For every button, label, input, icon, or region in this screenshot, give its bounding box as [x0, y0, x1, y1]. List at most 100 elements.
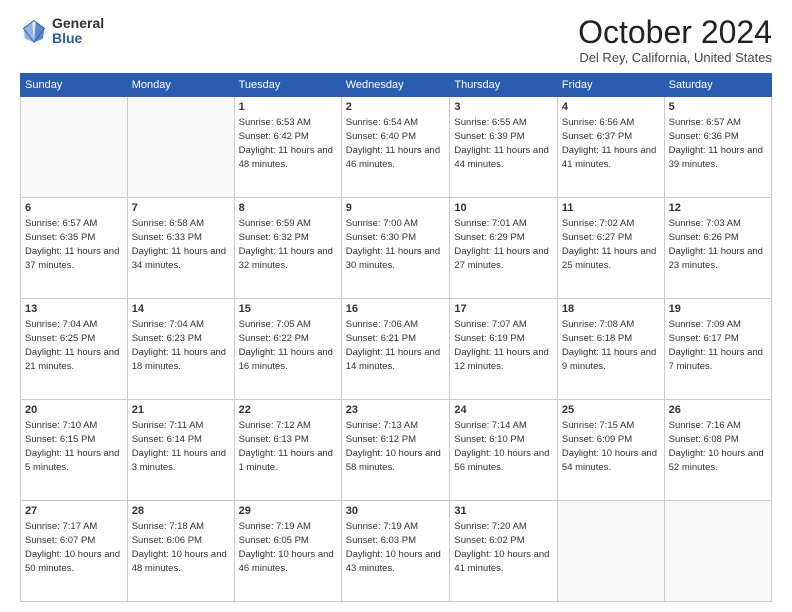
- calendar-cell: 11Sunrise: 7:02 AMSunset: 6:27 PMDayligh…: [557, 198, 664, 299]
- calendar-cell: 8Sunrise: 6:59 AMSunset: 6:32 PMDaylight…: [234, 198, 341, 299]
- day-number: 6: [25, 201, 123, 216]
- day-info: Sunrise: 7:05 AMSunset: 6:22 PMDaylight:…: [239, 318, 337, 373]
- calendar-cell: 31Sunrise: 7:20 AMSunset: 6:02 PMDayligh…: [450, 501, 558, 602]
- day-number: 8: [239, 201, 337, 216]
- calendar-cell: 2Sunrise: 6:54 AMSunset: 6:40 PMDaylight…: [341, 97, 450, 198]
- calendar-week-row: 20Sunrise: 7:10 AMSunset: 6:15 PMDayligh…: [21, 400, 772, 501]
- calendar-cell: 20Sunrise: 7:10 AMSunset: 6:15 PMDayligh…: [21, 400, 128, 501]
- calendar-week-row: 1Sunrise: 6:53 AMSunset: 6:42 PMDaylight…: [21, 97, 772, 198]
- day-info: Sunrise: 7:06 AMSunset: 6:21 PMDaylight:…: [346, 318, 446, 373]
- day-info: Sunrise: 7:04 AMSunset: 6:23 PMDaylight:…: [132, 318, 230, 373]
- day-number: 4: [562, 100, 660, 115]
- calendar-cell: 16Sunrise: 7:06 AMSunset: 6:21 PMDayligh…: [341, 299, 450, 400]
- day-info: Sunrise: 7:08 AMSunset: 6:18 PMDaylight:…: [562, 318, 660, 373]
- location: Del Rey, California, United States: [578, 50, 772, 65]
- day-number: 11: [562, 201, 660, 216]
- day-number: 20: [25, 403, 123, 418]
- calendar-cell: 24Sunrise: 7:14 AMSunset: 6:10 PMDayligh…: [450, 400, 558, 501]
- calendar-cell: 10Sunrise: 7:01 AMSunset: 6:29 PMDayligh…: [450, 198, 558, 299]
- day-info: Sunrise: 7:02 AMSunset: 6:27 PMDaylight:…: [562, 217, 660, 272]
- day-number: 5: [669, 100, 767, 115]
- calendar-cell: 29Sunrise: 7:19 AMSunset: 6:05 PMDayligh…: [234, 501, 341, 602]
- day-number: 26: [669, 403, 767, 418]
- day-info: Sunrise: 7:04 AMSunset: 6:25 PMDaylight:…: [25, 318, 123, 373]
- calendar-cell: [21, 97, 128, 198]
- title-block: October 2024 Del Rey, California, United…: [578, 16, 772, 65]
- day-number: 21: [132, 403, 230, 418]
- calendar-cell: 21Sunrise: 7:11 AMSunset: 6:14 PMDayligh…: [127, 400, 234, 501]
- month-title: October 2024: [578, 16, 772, 48]
- day-number: 2: [346, 100, 446, 115]
- col-monday: Monday: [127, 74, 234, 97]
- day-info: Sunrise: 7:00 AMSunset: 6:30 PMDaylight:…: [346, 217, 446, 272]
- day-number: 25: [562, 403, 660, 418]
- day-info: Sunrise: 7:19 AMSunset: 6:05 PMDaylight:…: [239, 520, 337, 575]
- col-sunday: Sunday: [21, 74, 128, 97]
- day-info: Sunrise: 7:13 AMSunset: 6:12 PMDaylight:…: [346, 419, 446, 474]
- day-info: Sunrise: 6:57 AMSunset: 6:35 PMDaylight:…: [25, 217, 123, 272]
- day-number: 13: [25, 302, 123, 317]
- day-info: Sunrise: 6:56 AMSunset: 6:37 PMDaylight:…: [562, 116, 660, 171]
- calendar-week-row: 27Sunrise: 7:17 AMSunset: 6:07 PMDayligh…: [21, 501, 772, 602]
- day-number: 31: [454, 504, 553, 519]
- day-number: 27: [25, 504, 123, 519]
- calendar-cell: 23Sunrise: 7:13 AMSunset: 6:12 PMDayligh…: [341, 400, 450, 501]
- day-number: 19: [669, 302, 767, 317]
- day-info: Sunrise: 6:57 AMSunset: 6:36 PMDaylight:…: [669, 116, 767, 171]
- calendar-cell: 27Sunrise: 7:17 AMSunset: 6:07 PMDayligh…: [21, 501, 128, 602]
- day-number: 16: [346, 302, 446, 317]
- calendar-cell: 13Sunrise: 7:04 AMSunset: 6:25 PMDayligh…: [21, 299, 128, 400]
- col-tuesday: Tuesday: [234, 74, 341, 97]
- calendar-cell: 25Sunrise: 7:15 AMSunset: 6:09 PMDayligh…: [557, 400, 664, 501]
- day-number: 23: [346, 403, 446, 418]
- calendar-cell: 7Sunrise: 6:58 AMSunset: 6:33 PMDaylight…: [127, 198, 234, 299]
- calendar-cell: 3Sunrise: 6:55 AMSunset: 6:39 PMDaylight…: [450, 97, 558, 198]
- day-info: Sunrise: 6:54 AMSunset: 6:40 PMDaylight:…: [346, 116, 446, 171]
- calendar-header-row: Sunday Monday Tuesday Wednesday Thursday…: [21, 74, 772, 97]
- calendar-cell: 1Sunrise: 6:53 AMSunset: 6:42 PMDaylight…: [234, 97, 341, 198]
- day-number: 10: [454, 201, 553, 216]
- day-info: Sunrise: 7:03 AMSunset: 6:26 PMDaylight:…: [669, 217, 767, 272]
- logo-blue: Blue: [52, 31, 104, 46]
- logo-general: General: [52, 16, 104, 31]
- calendar-cell: 14Sunrise: 7:04 AMSunset: 6:23 PMDayligh…: [127, 299, 234, 400]
- calendar-week-row: 13Sunrise: 7:04 AMSunset: 6:25 PMDayligh…: [21, 299, 772, 400]
- day-info: Sunrise: 7:09 AMSunset: 6:17 PMDaylight:…: [669, 318, 767, 373]
- day-number: 22: [239, 403, 337, 418]
- calendar-cell: [664, 501, 771, 602]
- day-number: 1: [239, 100, 337, 115]
- calendar-week-row: 6Sunrise: 6:57 AMSunset: 6:35 PMDaylight…: [21, 198, 772, 299]
- day-number: 28: [132, 504, 230, 519]
- col-wednesday: Wednesday: [341, 74, 450, 97]
- calendar-cell: 28Sunrise: 7:18 AMSunset: 6:06 PMDayligh…: [127, 501, 234, 602]
- page: General Blue October 2024 Del Rey, Calif…: [0, 0, 792, 612]
- calendar-cell: 22Sunrise: 7:12 AMSunset: 6:13 PMDayligh…: [234, 400, 341, 501]
- calendar-cell: 12Sunrise: 7:03 AMSunset: 6:26 PMDayligh…: [664, 198, 771, 299]
- calendar-cell: 4Sunrise: 6:56 AMSunset: 6:37 PMDaylight…: [557, 97, 664, 198]
- calendar-table: Sunday Monday Tuesday Wednesday Thursday…: [20, 73, 772, 602]
- day-info: Sunrise: 7:18 AMSunset: 6:06 PMDaylight:…: [132, 520, 230, 575]
- calendar-cell: [557, 501, 664, 602]
- calendar-cell: 26Sunrise: 7:16 AMSunset: 6:08 PMDayligh…: [664, 400, 771, 501]
- day-info: Sunrise: 6:59 AMSunset: 6:32 PMDaylight:…: [239, 217, 337, 272]
- day-number: 14: [132, 302, 230, 317]
- day-info: Sunrise: 7:19 AMSunset: 6:03 PMDaylight:…: [346, 520, 446, 575]
- calendar-cell: 18Sunrise: 7:08 AMSunset: 6:18 PMDayligh…: [557, 299, 664, 400]
- day-info: Sunrise: 7:17 AMSunset: 6:07 PMDaylight:…: [25, 520, 123, 575]
- day-number: 3: [454, 100, 553, 115]
- col-thursday: Thursday: [450, 74, 558, 97]
- day-info: Sunrise: 7:07 AMSunset: 6:19 PMDaylight:…: [454, 318, 553, 373]
- day-info: Sunrise: 7:10 AMSunset: 6:15 PMDaylight:…: [25, 419, 123, 474]
- calendar-cell: 9Sunrise: 7:00 AMSunset: 6:30 PMDaylight…: [341, 198, 450, 299]
- day-number: 12: [669, 201, 767, 216]
- day-info: Sunrise: 7:14 AMSunset: 6:10 PMDaylight:…: [454, 419, 553, 474]
- day-number: 18: [562, 302, 660, 317]
- col-saturday: Saturday: [664, 74, 771, 97]
- logo: General Blue: [20, 16, 104, 47]
- day-info: Sunrise: 6:53 AMSunset: 6:42 PMDaylight:…: [239, 116, 337, 171]
- logo-text: General Blue: [52, 16, 104, 47]
- day-info: Sunrise: 7:20 AMSunset: 6:02 PMDaylight:…: [454, 520, 553, 575]
- day-info: Sunrise: 7:15 AMSunset: 6:09 PMDaylight:…: [562, 419, 660, 474]
- col-friday: Friday: [557, 74, 664, 97]
- day-number: 29: [239, 504, 337, 519]
